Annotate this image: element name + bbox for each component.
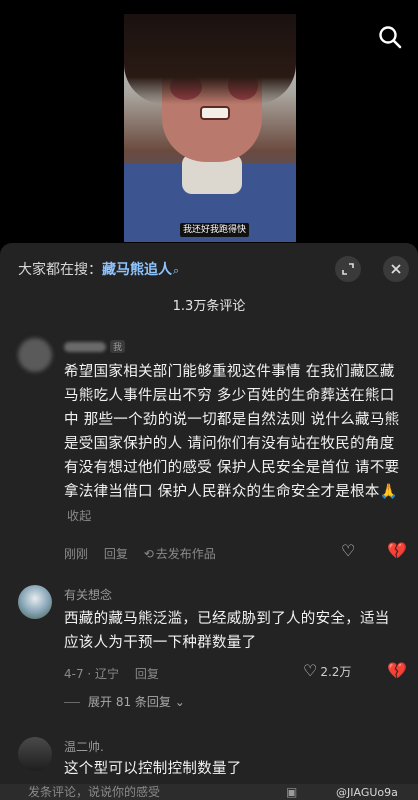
comment-username[interactable]: 有关想念 xyxy=(64,586,112,603)
video-player[interactable]: 我还好我跑得快 xyxy=(124,14,296,242)
like-icon: ♡ xyxy=(303,661,318,680)
trending-search[interactable]: 大家都在搜：藏马熊追人⌕ xyxy=(18,259,179,279)
divider xyxy=(64,702,80,703)
comment-count: 1.3万条评论 xyxy=(172,299,246,314)
comment-username[interactable]: 温二帅. xyxy=(64,738,104,755)
chevron-down-icon: ⌄ xyxy=(170,695,185,709)
comment-meta: 刚刚 回复 ⟲ 去发布作品 xyxy=(64,545,240,562)
video-caption: 我还好我跑得快 xyxy=(180,223,250,237)
like-icon[interactable]: ♡ xyxy=(341,541,355,560)
like-button[interactable]: ♡ 2.2万 xyxy=(303,661,351,680)
comment-time: 刚刚 xyxy=(64,547,89,561)
dislike-icon[interactable]: 💔 xyxy=(387,661,407,680)
comment-text: 西藏的藏马熊泛滥，已经威胁到了人的安全，适当应该人为干预一下种群数量了 xyxy=(64,611,390,651)
comment-input[interactable]: 发条评论，说说你的感受 xyxy=(28,784,160,800)
avatar[interactable] xyxy=(18,338,52,372)
reply-button[interactable]: 回复 xyxy=(135,667,159,681)
avatar[interactable] xyxy=(18,585,52,619)
search-icon: ⌕ xyxy=(173,264,180,277)
comment-meta: 4-7 · 辽宁 回复 xyxy=(64,665,171,682)
username-blurred xyxy=(64,341,106,352)
share-link[interactable]: ⟲ 去发布作品 xyxy=(144,547,228,561)
share-icon: ⟲ xyxy=(143,547,154,561)
expand-replies[interactable]: 展开 81 条回复 ⌄ xyxy=(64,693,185,710)
close-icon[interactable] xyxy=(383,256,409,282)
trending-keyword[interactable]: 藏马熊追人 xyxy=(102,262,172,278)
watermark: @JIAGUo9a xyxy=(336,786,398,799)
avatar[interactable] xyxy=(18,737,52,771)
dislike-icon[interactable]: 💔 xyxy=(387,541,407,560)
like-count: 2.2万 xyxy=(320,665,352,679)
comment-username[interactable]: 我 xyxy=(64,339,126,353)
comment-text: 希望国家相关部门能够重视这件事情 在我们藏区藏马熊吃人事件层出不穷 多少百姓的生… xyxy=(64,364,400,523)
collapse-link[interactable]: 收起 xyxy=(67,509,92,523)
search-icon[interactable] xyxy=(377,24,403,50)
self-badge: 我 xyxy=(110,340,126,353)
image-icon[interactable]: ▣ xyxy=(286,785,297,799)
comment-sheet: 大家都在搜：藏马熊追人⌕ 1.3万条评论 我 希望国家相关部门能够重视这件事情 … xyxy=(0,243,418,800)
comment-time: 4-7 · 辽宁 xyxy=(64,667,120,681)
fullscreen-icon[interactable] xyxy=(335,256,361,282)
comment-text: 这个型可以控制控制数量了 xyxy=(64,761,242,777)
pray-emoji: 🙏 xyxy=(379,484,399,500)
reply-button[interactable]: 回复 xyxy=(104,547,128,561)
